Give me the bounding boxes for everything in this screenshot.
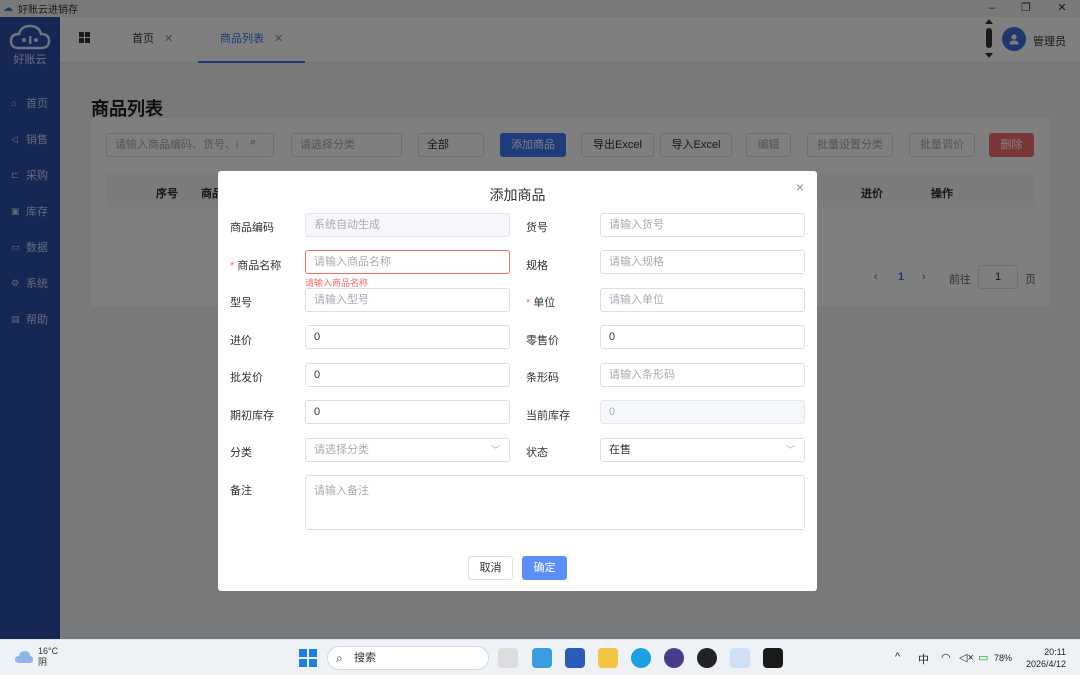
required-mark: * (526, 297, 531, 309)
barcode-input[interactable]: 请输入条形码 (600, 363, 805, 387)
category-label: 分类 (230, 447, 252, 459)
cancel-button[interactable]: 取消 (468, 556, 513, 580)
ime-indicator[interactable]: 中 (918, 651, 929, 667)
barcode-label: 条形码 (526, 372, 559, 384)
retail-price-input[interactable]: 0 (600, 325, 805, 349)
code-label: 商品编码 (230, 222, 274, 234)
taskbar-search-label: 搜索 (354, 652, 376, 664)
search-icon: ⌕ (336, 651, 343, 665)
cost-price-input[interactable]: 0 (305, 325, 510, 349)
wholesale-price-input[interactable]: 0 (305, 363, 510, 387)
wifi-icon[interactable]: ◠ (941, 651, 951, 664)
battery-icon[interactable]: ▭ (978, 651, 988, 664)
windows-start-icon[interactable] (299, 649, 317, 667)
spec-input[interactable]: 请输入规格 (600, 250, 805, 274)
clock-time: 20:11 (1044, 647, 1066, 657)
clock-date: 2026/4/12 (1025, 659, 1066, 669)
unit-input[interactable]: 请输入单位 (600, 288, 805, 312)
retail-price-label: 零售价 (526, 335, 559, 347)
battery-percent: 78% (994, 653, 1013, 663)
wholesale-price-label: 批发价 (230, 372, 263, 384)
status-label: 状态 (526, 447, 548, 459)
terminal-app-icon[interactable] (763, 648, 783, 668)
dialog-title: 添加商品 (489, 187, 546, 203)
qq-icon[interactable] (697, 648, 717, 668)
weather-desc: 阴 (38, 657, 48, 667)
initial-stock-label: 期初库存 (230, 410, 274, 422)
store-icon[interactable] (532, 648, 552, 668)
current-stock-label: 当前库存 (526, 410, 570, 422)
name-label: * 商品名称 (230, 257, 281, 273)
task-view-icon[interactable] (498, 648, 518, 668)
model-label: 型号 (230, 297, 252, 309)
status-value: 在售 (609, 444, 631, 456)
media-app-icon[interactable] (664, 648, 684, 668)
system-clock[interactable]: 20:11 2026/4/12 (1026, 646, 1066, 670)
required-mark: * (230, 260, 235, 272)
unit-label: * 单位 (526, 294, 555, 310)
file-explorer-icon[interactable] (598, 648, 618, 668)
category-placeholder: 请选择分类 (314, 444, 369, 456)
product-name-input[interactable]: 请输入商品名称 (305, 250, 510, 274)
dialog-close-icon[interactable]: × (796, 179, 804, 195)
weather-widget[interactable]: 16°C 阴 (14, 646, 58, 668)
cost-price-label: 进价 (230, 335, 252, 347)
sku-label: 货号 (526, 222, 548, 234)
chevron-down-icon: ﹀ (785, 445, 795, 455)
status-select[interactable]: 在售 ﹀ (600, 438, 805, 462)
confirm-button[interactable]: 确定 (522, 556, 567, 580)
taskbar-search[interactable]: ⌕ 搜索 (327, 646, 489, 670)
remark-label: 备注 (230, 485, 252, 497)
initial-stock-input[interactable]: 0 (305, 400, 510, 424)
model-input[interactable]: 请输入型号 (305, 288, 510, 312)
unit-label-text: 单位 (533, 297, 556, 309)
cloud-weather-icon (15, 651, 33, 663)
remark-textarea[interactable]: 请输入备注 (305, 475, 805, 530)
chevron-down-icon: ﹀ (490, 445, 500, 455)
product-code-field: 系统自动生成 (305, 213, 510, 237)
app-grid-icon[interactable] (565, 648, 585, 668)
edge-browser-icon[interactable] (631, 648, 651, 668)
sku-input[interactable]: 请输入货号 (600, 213, 805, 237)
spec-label: 规格 (526, 260, 548, 272)
add-product-dialog: 添加商品 × 商品编码 系统自动生成 货号 请输入货号 * 商品名称 请输入商品名… (218, 171, 817, 591)
current-stock-field: 0 (600, 400, 805, 424)
name-label-text: 商品名称 (237, 260, 282, 272)
haozhangyun-app-icon[interactable] (730, 648, 750, 668)
taskbar: 16°C 阴 ⌕ 搜索 ^ 中 ◠ ◁× ▭ 78% 20:11 2026/4/1… (0, 639, 1080, 675)
weather-temp: 16°C (38, 646, 59, 656)
volume-mute-icon[interactable]: ◁× (959, 651, 974, 664)
tray-expand-icon[interactable]: ^ (895, 651, 900, 663)
category-select[interactable]: 请选择分类 ﹀ (305, 438, 510, 462)
